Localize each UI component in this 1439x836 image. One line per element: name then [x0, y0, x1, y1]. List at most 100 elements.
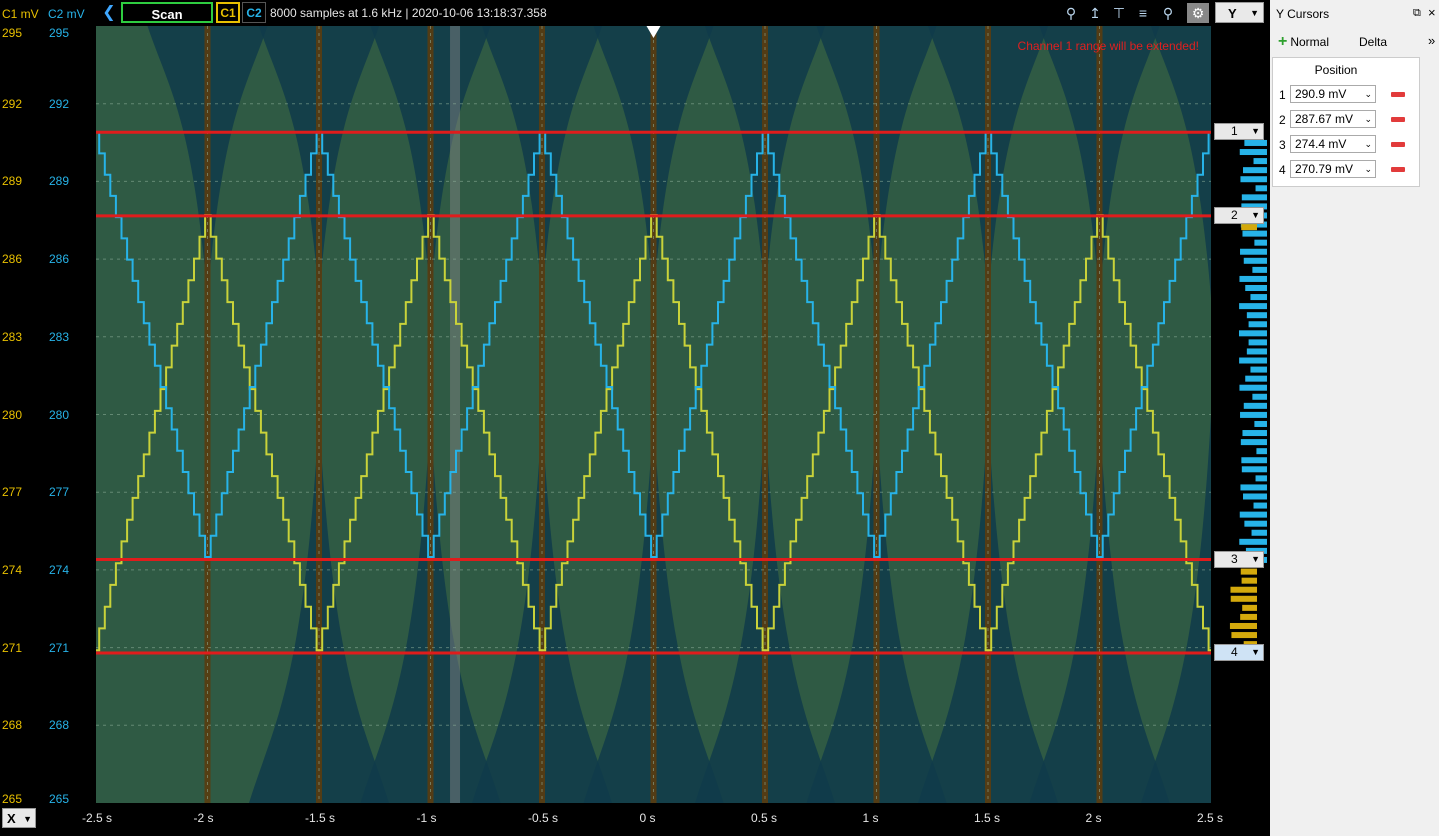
c2-y-tick: 283: [49, 329, 70, 344]
x-tick: 1.5 s: [974, 811, 1001, 825]
histogram-bar-c2: [1243, 402, 1267, 409]
histogram-bar-c2: [1240, 411, 1267, 418]
c2-y-tick: 274: [49, 562, 70, 577]
cursor-position-select[interactable]: 274.4 mV ⌄: [1290, 135, 1376, 153]
cursor-tag-2[interactable]: 2 ▼: [1214, 206, 1264, 224]
cursor-table: Position 1 290.9 mV ⌄ 2 287.67 mV ⌄ 3 274.4 mV ⌄…: [1272, 57, 1420, 187]
remove-cursor-icon[interactable]: [1391, 117, 1405, 122]
add-delta-cursor-button[interactable]: Delta: [1359, 35, 1387, 49]
top-toolbar: ❮ Scan C1 C2 8000 samples at 1.6 kHz | 2…: [0, 0, 1267, 26]
c2-unit-label: C2 mV: [48, 7, 85, 21]
c1-y-tick: 286: [2, 252, 23, 267]
remove-cursor-icon[interactable]: [1391, 142, 1405, 147]
histogram-bar-c2: [1245, 375, 1267, 382]
c1-y-tick: 292: [2, 96, 23, 111]
histogram-bar-c2: [1240, 439, 1267, 446]
histogram-bar-c2: [1254, 239, 1267, 246]
plot-area[interactable]: Channel 1 range will be extended!: [96, 26, 1211, 803]
histogram-bar-c2: [1246, 312, 1267, 319]
histogram-bar-c2: [1250, 294, 1267, 301]
chevron-down-icon: ▼: [1250, 8, 1259, 18]
chevron-down-icon: ▼: [1251, 553, 1260, 564]
x-axis-select[interactable]: X ▼: [2, 808, 36, 828]
histogram-bar-c2: [1239, 330, 1267, 337]
cursor-position-value: 287.67 mV: [1295, 112, 1354, 126]
range-warning: Channel 1 range will be extended!: [1017, 39, 1199, 53]
histogram-bar-c1: [1240, 613, 1257, 620]
chevron-down-icon: ⌄: [1364, 114, 1372, 124]
zoom-icon[interactable]: ⚲: [1157, 3, 1179, 23]
cursor-h-icon[interactable]: ⊤: [1108, 3, 1130, 23]
cursor-position-select[interactable]: 270.79 mV ⌄: [1290, 160, 1376, 178]
cursor-tag-label: 2: [1231, 207, 1238, 222]
add-normal-cursor-button[interactable]: + Normal: [1278, 33, 1329, 51]
histogram-bar-c2: [1242, 430, 1267, 437]
cursor-tag-3[interactable]: 3 ▼: [1214, 550, 1264, 568]
cursor-tag-label: 4: [1231, 645, 1238, 660]
histogram-bar-c1: [1242, 604, 1257, 611]
channel-2-button[interactable]: C2: [242, 2, 266, 23]
chevron-down-icon: ▼: [1251, 647, 1260, 658]
x-tick: -1.5 s: [305, 811, 336, 825]
histogram-bar-c2: [1240, 484, 1267, 491]
channel-1-button[interactable]: C1: [216, 2, 240, 23]
chevron-down-icon: ▼: [1251, 209, 1260, 220]
c1-y-tick: 280: [2, 407, 23, 422]
histogram-bar-c2: [1244, 520, 1267, 527]
y-axis-select[interactable]: Y ▼: [1215, 2, 1264, 23]
c1-y-tick: 289: [2, 174, 23, 189]
x-tick: 0.5 s: [751, 811, 778, 825]
cursor-tag-4[interactable]: 4 ▼: [1214, 644, 1264, 662]
histogram-bar-c2: [1246, 348, 1267, 355]
y-cursors-panel: Y Cursors ⧉ × + Normal Delta » Position 1…: [1270, 0, 1439, 836]
histogram-bar-c2: [1243, 257, 1267, 264]
chevron-down-icon: ⌄: [1364, 164, 1372, 174]
histogram-bar-c1: [1241, 577, 1257, 584]
histogram-bar-c1: [1241, 224, 1257, 231]
cursor-lines-icon[interactable]: ≡: [1132, 3, 1154, 23]
waveform-chart: [96, 26, 1211, 803]
panel-title: Y Cursors: [1276, 7, 1330, 21]
zoom-search-icon[interactable]: ⚲: [1060, 3, 1082, 23]
x-tick: 0 s: [639, 811, 656, 825]
scan-button[interactable]: Scan: [121, 2, 213, 23]
histogram-bar-c2: [1245, 285, 1267, 291]
c2-y-tick: 271: [49, 640, 70, 655]
c2-y-tick: 277: [49, 485, 70, 500]
histogram-bar-c2: [1239, 538, 1267, 545]
close-icon[interactable]: ×: [1428, 5, 1436, 20]
histogram-strip: [1213, 26, 1267, 803]
c1-y-tick: 295: [2, 26, 23, 40]
cursor-up-icon[interactable]: ↥: [1084, 3, 1106, 23]
c2-y-tick: 265: [49, 792, 70, 806]
add-normal-label: Normal: [1290, 35, 1330, 49]
c2-y-tick: 289: [49, 174, 70, 189]
cursor-position-select[interactable]: 287.67 mV ⌄: [1290, 110, 1376, 128]
histogram-bar-c2: [1243, 493, 1267, 500]
plus-icon: +: [1278, 33, 1288, 50]
cursor-position-select[interactable]: 290.9 mV ⌄: [1290, 85, 1376, 103]
cursor-tag-1[interactable]: 1 ▼: [1214, 123, 1264, 141]
cursor-tag-label: 3: [1231, 551, 1238, 566]
histogram-bar-c2: [1250, 366, 1267, 373]
float-window-icon[interactable]: ⧉: [1413, 7, 1421, 20]
settings-gear-icon[interactable]: ⚙: [1187, 3, 1209, 23]
histogram-bar-c2: [1248, 339, 1267, 346]
back-arrow-icon[interactable]: ❮: [100, 3, 118, 23]
x-axis-select-label: X: [7, 811, 16, 826]
cursor-row-index: 2: [1279, 113, 1286, 127]
histogram-bar-c2: [1239, 511, 1267, 518]
c1-y-tick: 274: [2, 562, 23, 577]
remove-cursor-icon[interactable]: [1391, 167, 1405, 172]
remove-cursor-icon[interactable]: [1391, 92, 1405, 97]
cursor-row-index: 1: [1279, 88, 1286, 102]
cursor-position-value: 274.4 mV: [1295, 137, 1347, 151]
chevron-down-icon: ▼: [23, 814, 32, 824]
histogram-bar-c2: [1255, 185, 1267, 192]
cursor-tag-label: 1: [1231, 124, 1238, 139]
c1-y-tick: 283: [2, 329, 23, 344]
histogram-bar-c1: [1230, 595, 1257, 602]
envelope-shade: [1141, 414, 1211, 803]
acquisition-status: 8000 samples at 1.6 kHz | 2020-10-06 13:…: [270, 6, 547, 20]
more-chevron-icon[interactable]: »: [1428, 33, 1435, 48]
